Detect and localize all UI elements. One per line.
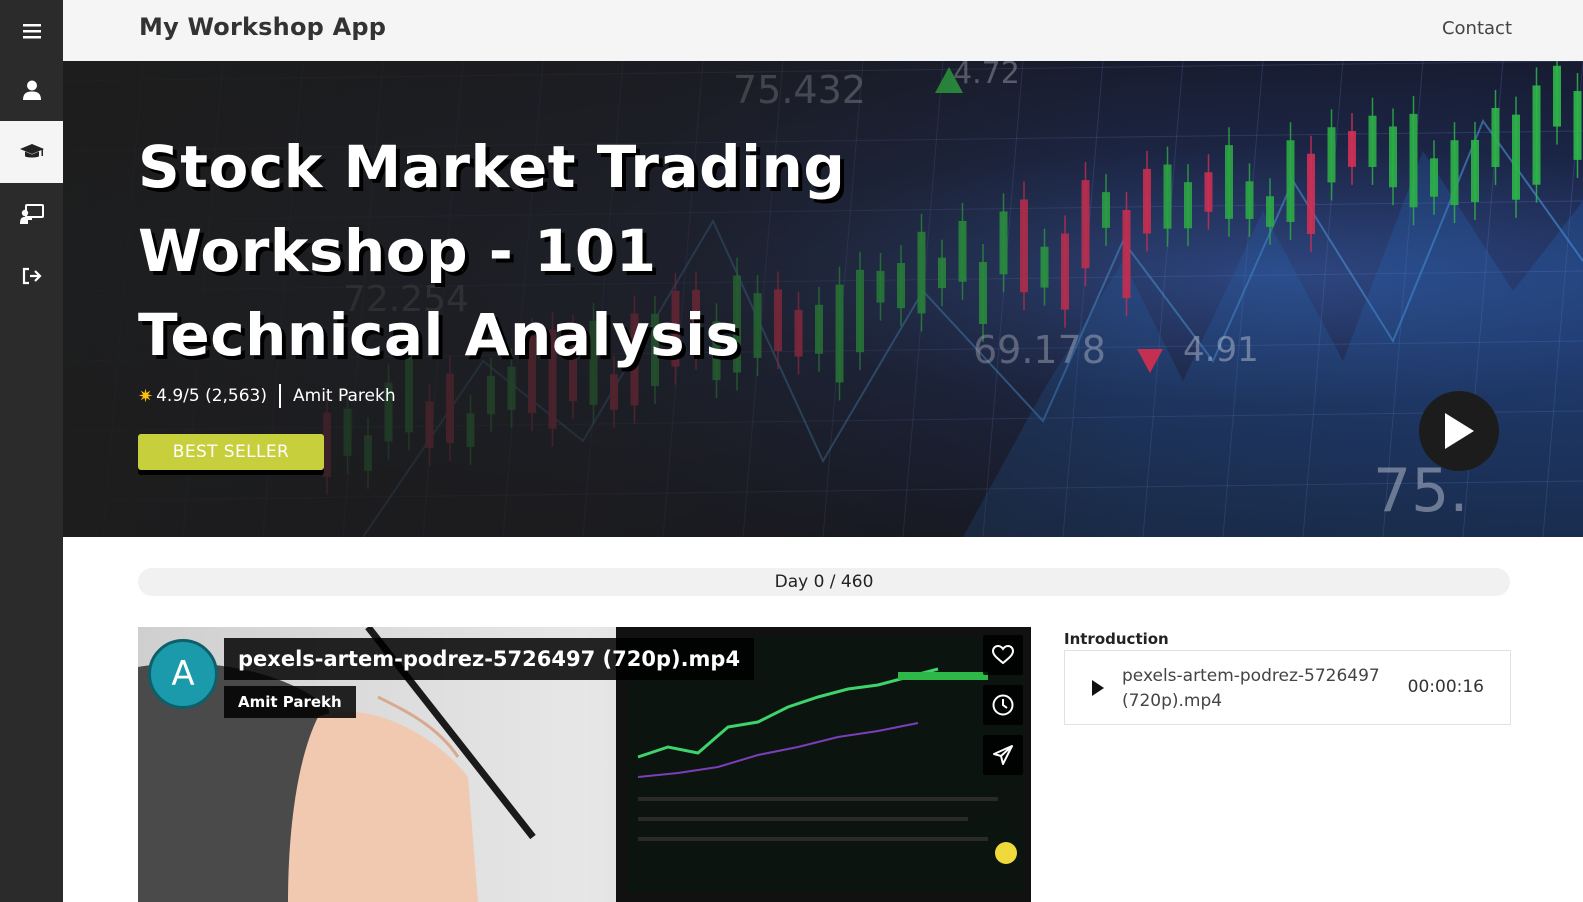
sidebar-item-logout[interactable] bbox=[0, 245, 63, 307]
channel-avatar[interactable]: A bbox=[148, 639, 218, 709]
chalkboard-teacher-icon bbox=[19, 204, 44, 224]
sidebar-item-teach[interactable] bbox=[0, 183, 63, 245]
course-instructor[interactable]: Amit Parekh bbox=[293, 386, 396, 406]
course-title: Stock Market Trading Workshop - 101 Tech… bbox=[138, 125, 898, 377]
hero-play-button[interactable] bbox=[1419, 391, 1499, 471]
heart-icon bbox=[992, 645, 1014, 665]
menu-icon bbox=[22, 24, 41, 39]
course-title-line: Workshop - 101 bbox=[138, 217, 657, 285]
sidebar bbox=[0, 0, 63, 902]
progress-label: Day 0 / 460 bbox=[774, 572, 874, 592]
play-icon bbox=[1445, 413, 1474, 449]
playlist-item-title: pexels-artem-podrez-5726497 (720p).mp4 bbox=[1122, 666, 1380, 711]
course-rating: 4.9/5 (2,563) bbox=[156, 386, 268, 406]
top-bar: My Workshop App Contact bbox=[63, 0, 1583, 61]
user-icon bbox=[22, 80, 41, 100]
nav-contact-link[interactable]: Contact bbox=[1442, 18, 1512, 39]
course-progress-bar: Day 0 / 460 bbox=[138, 568, 1510, 596]
playlist-item-duration: 00:00:16 bbox=[1407, 677, 1484, 697]
meta-divider bbox=[279, 384, 282, 408]
star-icon: ✷ bbox=[138, 385, 154, 407]
video-player[interactable]: A pexels-artem-podrez-5726497 (720p).mp4… bbox=[138, 627, 1031, 902]
graduation-cap-icon bbox=[19, 144, 44, 158]
sidebar-item-profile[interactable] bbox=[0, 59, 63, 121]
video-title[interactable]: pexels-artem-podrez-5726497 (720p).mp4 bbox=[224, 638, 755, 680]
playlist-section-heading: Introduction bbox=[1064, 630, 1169, 648]
video-channel-name[interactable]: Amit Parekh bbox=[224, 686, 356, 718]
course-hero: 75.4324.7272.25469.1784.9175. Stock Mark… bbox=[63, 61, 1583, 537]
course-title-line: Stock Market Trading bbox=[138, 133, 846, 201]
sign-out-icon bbox=[22, 267, 42, 285]
clock-icon bbox=[992, 694, 1014, 716]
app-title[interactable]: My Workshop App bbox=[139, 13, 386, 41]
play-icon bbox=[1092, 680, 1104, 696]
playlist-item[interactable]: pexels-artem-podrez-5726497 (720p).mp4 0… bbox=[1064, 650, 1511, 725]
send-icon bbox=[993, 745, 1013, 765]
menu-button[interactable] bbox=[0, 0, 63, 62]
watch-later-button[interactable] bbox=[983, 685, 1023, 725]
share-button[interactable] bbox=[983, 735, 1023, 775]
sidebar-item-courses[interactable] bbox=[0, 121, 63, 183]
best-seller-badge: BEST SELLER bbox=[138, 434, 324, 470]
course-title-line: Technical Analysis bbox=[138, 301, 741, 369]
like-button[interactable] bbox=[983, 635, 1023, 675]
course-meta: ✷ 4.9/5 (2,563) Amit Parekh bbox=[138, 384, 396, 408]
